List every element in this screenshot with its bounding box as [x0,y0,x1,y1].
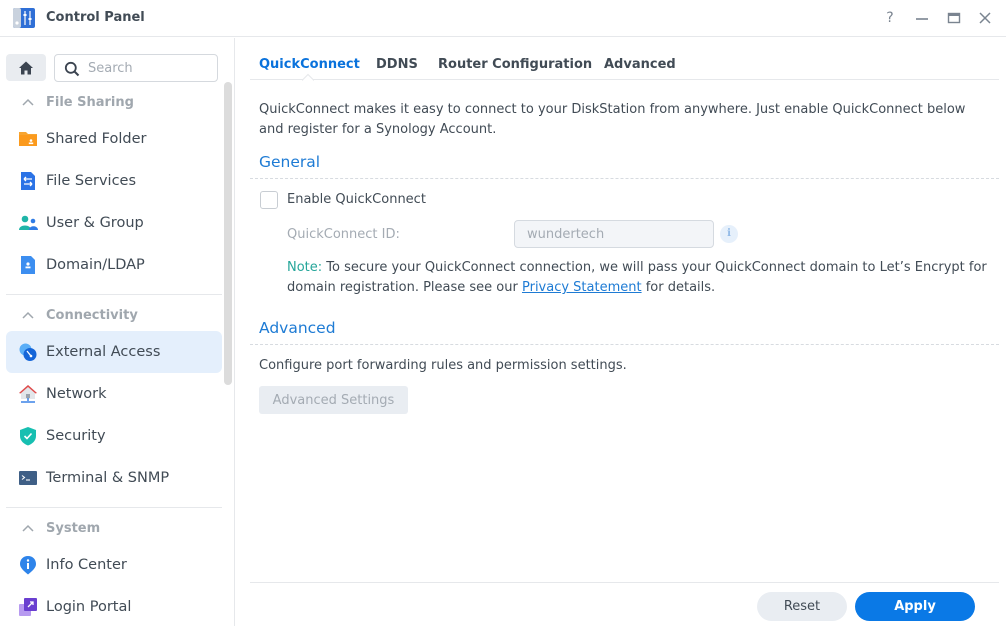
external-access-icon [19,343,37,361]
group-label: Connectivity [46,307,138,323]
security-shield-icon [20,427,36,446]
minimize-icon [916,18,928,20]
chevron-up-icon [22,309,38,322]
user-group-icon [19,215,38,230]
sidebar-scrollbar[interactable] [224,82,232,385]
nav-label: Network [46,386,107,402]
close-icon [979,12,991,24]
close-button[interactable] [974,8,996,28]
sidebar-item-info-center[interactable]: Info Center [6,544,222,586]
sidebar-item-domain-ldap[interactable]: Domain/LDAP [6,244,222,286]
reset-button[interactable]: Reset [757,592,847,621]
file-services-icon [21,172,35,190]
sidebar-item-security[interactable]: Security [6,415,222,457]
chevron-up-icon [22,522,38,535]
advanced-settings-button[interactable]: Advanced Settings [259,386,408,414]
minimize-button[interactable] [911,8,933,28]
group-divider [6,294,222,295]
nav-label: External Access [46,344,161,360]
group-header-file-sharing[interactable]: File Sharing [22,93,134,111]
chevron-up-icon [22,96,38,109]
active-tab-caret [302,73,314,81]
terminal-icon [19,471,37,485]
sidebar-item-user-group[interactable]: User & Group [6,202,222,244]
footer-divider [250,582,999,583]
note-tail: for details. [641,280,716,295]
domain-ldap-icon [21,256,35,274]
home-button[interactable] [6,54,46,81]
sidebar-item-login-portal[interactable]: Login Portal [6,586,222,626]
note-label: Note: [287,260,323,275]
network-icon [19,385,37,403]
section-divider [250,344,999,345]
nav-label: Terminal & SNMP [46,470,170,486]
shared-folder-icon [19,132,37,146]
title-bar: Control Panel ? [0,0,1006,37]
group-header-connectivity[interactable]: Connectivity [22,306,138,324]
sidebar-item-external-access[interactable]: External Access [6,331,222,373]
nav-label: User & Group [46,215,144,231]
privacy-statement-link[interactable]: Privacy Statement [522,280,642,295]
info-icon[interactable]: i [720,225,738,243]
search-input[interactable] [88,58,213,78]
main-panel: QuickConnect DDNS Router Configuration A… [236,38,1006,626]
intro-text-line2: and register for a Synology Account. [259,122,497,137]
group-label: File Sharing [46,94,134,110]
sidebar-item-network[interactable]: Network [6,373,222,415]
section-title-general: General [259,153,321,171]
maximize-button[interactable] [943,8,965,28]
tab-advanced[interactable]: Advanced [604,57,676,72]
sidebar-item-shared-folder[interactable]: Shared Folder [6,118,222,160]
nav-label: File Services [46,173,137,189]
nav-label: Domain/LDAP [46,257,145,273]
home-icon [19,61,33,74]
tab-quickconnect[interactable]: QuickConnect [259,57,360,72]
section-title-advanced: Advanced [259,319,336,337]
note-text: Note: To secure your QuickConnect connec… [287,258,999,298]
enable-quickconnect-checkbox[interactable] [260,191,278,209]
tab-router-configuration[interactable]: Router Configuration [438,57,592,72]
sidebar-item-terminal-snmp[interactable]: Terminal & SNMP [6,457,222,499]
sidebar: File Sharing Shared Folder File Services… [0,38,235,626]
group-header-system[interactable]: System [22,519,100,537]
apply-button[interactable]: Apply [855,592,975,621]
group-divider [6,507,222,508]
enable-quickconnect-label[interactable]: Enable QuickConnect [287,192,426,207]
info-center-icon [20,556,36,575]
nav-label: Shared Folder [46,131,147,147]
control-panel-icon [13,8,35,28]
nav-label: Security [46,428,106,444]
login-portal-icon [19,598,37,616]
nav-label: Login Portal [46,599,132,615]
advanced-description: Configure port forwarding rules and perm… [259,358,627,373]
sidebar-item-file-services[interactable]: File Services [6,160,222,202]
group-label: System [46,520,101,536]
search-box[interactable] [54,54,218,82]
maximize-icon [947,12,961,24]
section-divider [250,178,999,179]
search-icon [64,61,80,77]
help-button[interactable]: ? [879,8,901,28]
tab-bar: QuickConnect DDNS Router Configuration A… [250,38,999,81]
quickconnect-id-input[interactable] [514,220,714,248]
quickconnect-id-label: QuickConnect ID: [287,227,400,242]
window-title: Control Panel [46,10,145,25]
tab-ddns[interactable]: DDNS [376,57,418,72]
intro-text-line1: QuickConnect makes it easy to connect to… [259,102,966,117]
nav-label: Info Center [46,557,127,573]
